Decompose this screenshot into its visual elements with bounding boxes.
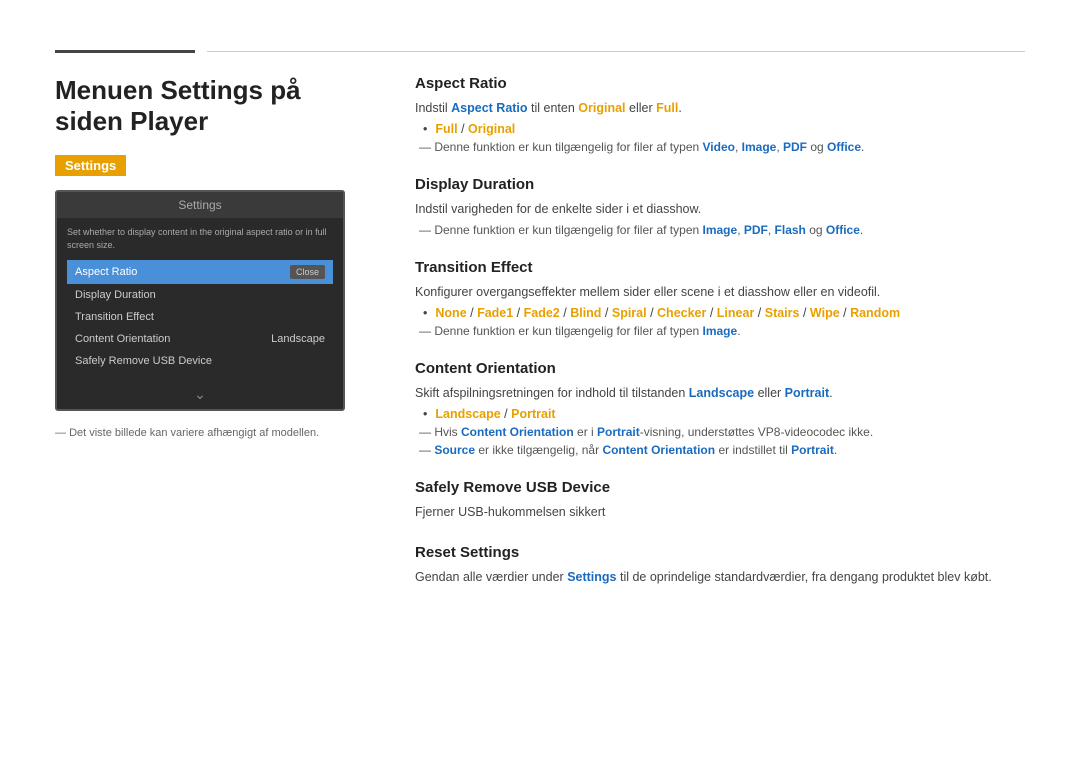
section-display-duration: Display Duration Indstil varigheden for … (415, 176, 1025, 237)
reset-settings-text: Gendan alle værdier under Settings til d… (415, 567, 1025, 587)
content-orientation-text: Skift afspilningsretningen for indhold t… (415, 383, 1025, 403)
section-title-reset-settings: Reset Settings (415, 544, 1025, 561)
transition-effect-text: Konfigurer overgangseffekter mellem side… (415, 282, 1025, 302)
device-menu-label: Aspect Ratio (75, 266, 137, 278)
line-right (207, 51, 1025, 52)
device-menu-value: Landscape (271, 333, 325, 345)
content-orientation-note-2: Source er ikke tilgængelig, når Content … (415, 443, 1025, 457)
right-column: Aspect Ratio Indstil Aspect Ratio til en… (415, 75, 1025, 609)
device-menu-safely-remove[interactable]: Safely Remove USB Device (67, 350, 333, 372)
section-safely-remove: Safely Remove USB Device Fjerner USB-huk… (415, 479, 1025, 522)
device-menu-transition-effect[interactable]: Transition Effect (67, 306, 333, 328)
main-layout: Menuen Settings på siden Player Settings… (55, 53, 1025, 609)
aspect-ratio-bullet: Full / Original (415, 122, 1025, 136)
device-content: Set whether to display content in the or… (57, 218, 343, 379)
section-reset-settings: Reset Settings Gendan alle værdier under… (415, 544, 1025, 587)
device-menu-label: Display Duration (75, 289, 156, 301)
section-title-safely-remove: Safely Remove USB Device (415, 479, 1025, 496)
full-link: Full (656, 101, 678, 115)
content-orientation-note-1: Hvis Content Orientation er i Portrait-v… (415, 425, 1025, 439)
aspect-ratio-link: Aspect Ratio (451, 101, 527, 115)
device-screenshot: Settings Set whether to display content … (55, 190, 345, 410)
device-footer: ⌄ (57, 380, 343, 409)
original-link: Original (578, 101, 625, 115)
full-label: Full / Original (435, 122, 515, 136)
close-button[interactable]: Close (290, 265, 325, 279)
device-menu-display-duration[interactable]: Display Duration (67, 284, 333, 306)
section-title-content-orientation: Content Orientation (415, 360, 1025, 377)
transition-effect-bullet: None / Fade1 / Fade2 / Blind / Spiral / … (415, 306, 1025, 320)
transition-effect-note: Denne funktion er kun tilgængelig for fi… (415, 324, 1025, 338)
device-menu-aspect-ratio[interactable]: Aspect Ratio Close (67, 260, 333, 284)
image-note: Det viste billede kan variere afhængigt … (55, 427, 375, 439)
display-duration-text: Indstil varigheden for de enkelte sider … (415, 199, 1025, 219)
section-title-display-duration: Display Duration (415, 176, 1025, 193)
device-menu-content-orientation[interactable]: Content Orientation Landscape (67, 328, 333, 350)
section-transition-effect: Transition Effect Konfigurer overgangsef… (415, 259, 1025, 338)
device-title-bar: Settings (57, 192, 343, 218)
aspect-ratio-note: Denne funktion er kun tilgængelig for fi… (415, 140, 1025, 154)
section-title-aspect-ratio: Aspect Ratio (415, 75, 1025, 92)
section-aspect-ratio: Aspect Ratio Indstil Aspect Ratio til en… (415, 75, 1025, 154)
section-content-orientation: Content Orientation Skift afspilningsret… (415, 360, 1025, 457)
section-title-transition-effect: Transition Effect (415, 259, 1025, 276)
display-duration-note: Denne funktion er kun tilgængelig for fi… (415, 223, 1025, 237)
device-menu-label: Content Orientation (75, 333, 170, 345)
settings-badge: Settings (55, 155, 126, 176)
safely-remove-text: Fjerner USB-hukommelsen sikkert (415, 502, 1025, 522)
line-left (55, 50, 195, 53)
content-orientation-bullet: Landscape / Portrait (415, 407, 1025, 421)
device-description: Set whether to display content in the or… (67, 226, 333, 251)
device-menu-label: Safely Remove USB Device (75, 355, 212, 367)
page-title: Menuen Settings på siden Player (55, 75, 375, 137)
device-menu-label: Transition Effect (75, 311, 154, 323)
transition-options: None / Fade1 / Fade2 / Blind / Spiral / … (435, 306, 900, 320)
aspect-ratio-text: Indstil Aspect Ratio til enten Original … (415, 98, 1025, 118)
orientation-options: Landscape / Portrait (435, 407, 555, 421)
left-column: Menuen Settings på siden Player Settings… (55, 75, 375, 609)
top-rule (55, 0, 1025, 53)
